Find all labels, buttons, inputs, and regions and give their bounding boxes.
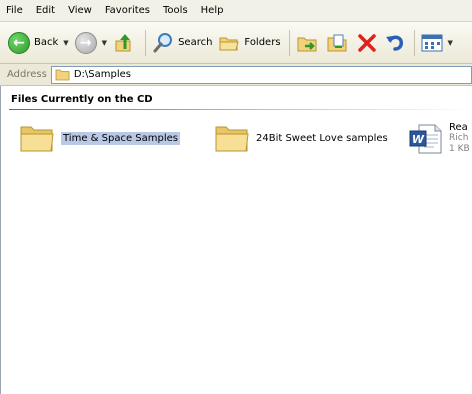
folder-item-label: Time & Space Samples — [61, 131, 180, 145]
forward-arrow-icon: → — [74, 31, 97, 54]
undo-button[interactable] — [384, 28, 406, 58]
word-document-icon: W — [409, 124, 442, 153]
address-input[interactable]: D:\Samples — [50, 65, 472, 84]
back-button-label: Back — [34, 37, 59, 48]
file-list-pane[interactable]: Files Currently on the CD Time & Space S… — [0, 86, 472, 394]
copy-to-folder-icon — [327, 34, 347, 51]
toolbar: ← Back ▼ → ▼ Search Folders ▼ — [0, 22, 472, 64]
undo-icon — [385, 35, 403, 51]
folder-icon — [55, 69, 70, 81]
address-value: D:\Samples — [73, 69, 131, 80]
up-folder-button[interactable] — [113, 28, 137, 58]
document-item-readme[interactable]: W Rea Rich 1 KB — [409, 122, 470, 155]
copy-to-button[interactable] — [326, 28, 350, 58]
folder-icon — [215, 126, 249, 152]
address-label: Address — [7, 69, 47, 80]
group-divider — [9, 109, 472, 110]
delete-x-icon — [357, 33, 376, 52]
folders-icon — [219, 37, 240, 50]
folders-button-label: Folders — [244, 37, 281, 48]
menu-tools[interactable]: Tools — [163, 5, 188, 16]
document-type: Rich — [449, 133, 469, 143]
folders-button[interactable]: Folders — [218, 28, 281, 58]
folder-item-time-space-samples[interactable]: Time & Space Samples — [19, 122, 180, 154]
back-button[interactable]: ← Back ▼ — [8, 28, 69, 58]
toolbar-separator — [413, 29, 415, 56]
menu-bar: File Edit View Favorites Tools Help — [0, 0, 472, 22]
document-name: Rea — [449, 122, 468, 133]
back-arrow-icon: ← — [8, 31, 30, 54]
document-size: 1 KB — [449, 144, 470, 154]
folder-item-24bit-sweet-love-samples[interactable]: 24Bit Sweet Love samples — [214, 122, 388, 154]
views-icon — [421, 34, 443, 51]
delete-button[interactable] — [356, 28, 378, 58]
group-header: Files Currently on the CD — [11, 94, 153, 105]
menu-file[interactable]: File — [6, 5, 23, 16]
document-info: Rea Rich 1 KB — [449, 122, 470, 155]
forward-dropdown-icon[interactable]: ▼ — [102, 39, 107, 47]
toolbar-separator — [288, 29, 290, 56]
toolbar-separator — [145, 29, 147, 56]
menu-view[interactable]: View — [68, 5, 92, 16]
move-to-folder-icon — [297, 37, 317, 51]
menu-favorites[interactable]: Favorites — [105, 5, 150, 16]
search-icon — [153, 32, 173, 52]
menu-edit[interactable]: Edit — [36, 5, 55, 16]
back-dropdown-icon[interactable]: ▼ — [63, 39, 68, 47]
search-button-label: Search — [178, 37, 213, 48]
address-bar: Address D:\Samples — [0, 64, 472, 86]
views-dropdown-icon[interactable]: ▼ — [448, 39, 453, 47]
folder-item-label: 24Bit Sweet Love samples — [256, 132, 388, 144]
menu-help[interactable]: Help — [201, 5, 224, 16]
views-button[interactable]: ▼ — [421, 28, 453, 58]
svg-text:W: W — [412, 133, 425, 146]
move-to-button[interactable] — [296, 28, 320, 58]
forward-button[interactable]: → ▼ — [74, 28, 107, 58]
folder-icon — [20, 126, 54, 152]
up-folder-icon — [115, 33, 131, 51]
search-button[interactable]: Search — [152, 28, 212, 58]
